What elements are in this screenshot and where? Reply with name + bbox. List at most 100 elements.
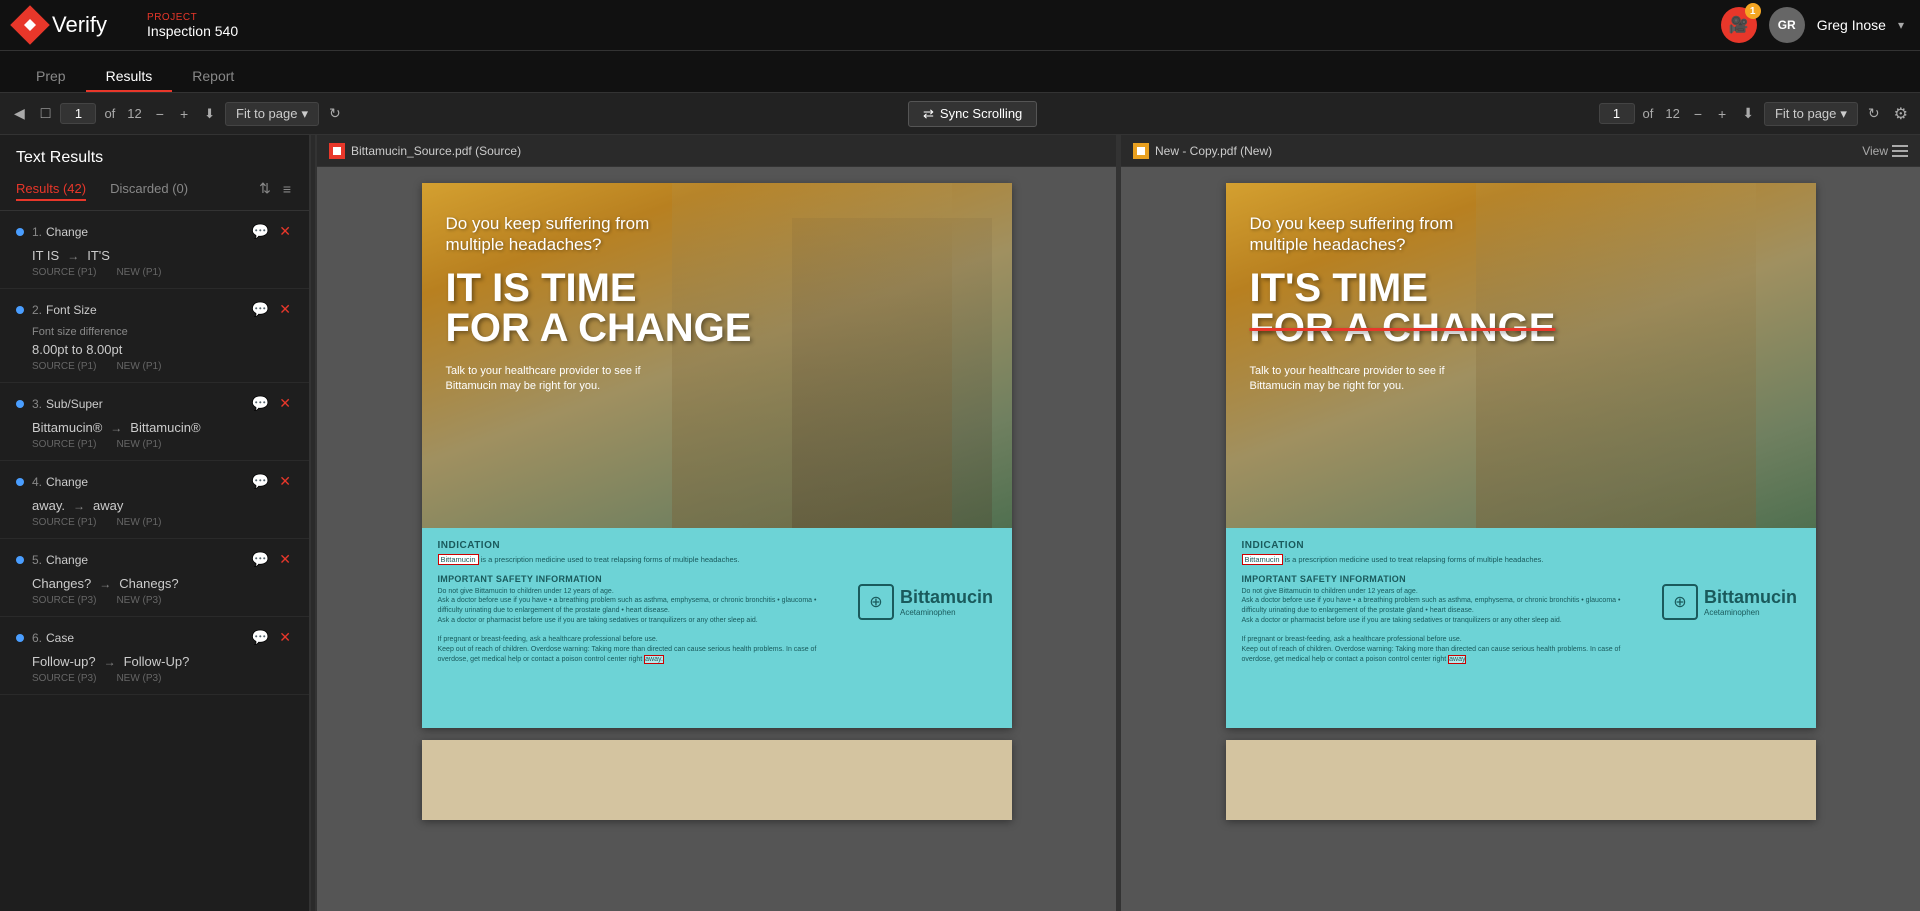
- result-6-new-text: Follow-Up?: [124, 654, 190, 669]
- result-item-2[interactable]: 2. Font Size 💬 ✕ Font size difference 8.…: [0, 289, 309, 383]
- notification-icon[interactable]: 🎥 1: [1721, 7, 1757, 43]
- source-hero-text: Do you keep suffering from multiple head…: [446, 213, 752, 394]
- sidebar-title: Text Results: [16, 149, 293, 167]
- new-indication-title: INDICATION: [1242, 540, 1648, 551]
- result-3-dot: [16, 400, 24, 408]
- result-1-dismiss-btn[interactable]: ✕: [277, 221, 293, 242]
- result-4-comment-btn[interactable]: 💬: [250, 471, 271, 492]
- source-doc-viewer: Bittamucin_Source.pdf (Source) Do you: [316, 135, 1116, 911]
- new-doc-content[interactable]: Do you keep suffering from multiple head…: [1121, 167, 1920, 911]
- result-5-dismiss-btn[interactable]: ✕: [277, 549, 293, 570]
- page-thumbnail-btn[interactable]: □: [35, 101, 57, 127]
- result-2-comment-btn[interactable]: 💬: [250, 299, 271, 320]
- left-zoom-in-btn[interactable]: +: [174, 102, 194, 126]
- new-safety-text: Do not give Bittamucin to children under…: [1242, 587, 1648, 665]
- sidebar-header: Text Results Results (42) Discarded (0) …: [0, 135, 309, 211]
- result-2-content: 8.00pt to 8.00pt: [16, 342, 293, 357]
- tab-results[interactable]: Results: [86, 68, 173, 92]
- left-page-of: of: [100, 106, 119, 121]
- result-4-new-text: away: [93, 498, 123, 513]
- result-5-content: Changes? → Chanegs?: [16, 576, 293, 591]
- result-3-source-meta: SOURCE (P1): [32, 439, 96, 450]
- result-5-source-text: Changes?: [32, 576, 91, 591]
- left-fit-btn[interactable]: Fit to page ▾: [225, 102, 319, 126]
- result-1-content: IT IS → IT'S: [16, 248, 293, 263]
- tab-prep[interactable]: Prep: [16, 68, 86, 92]
- left-refresh-btn[interactable]: ↻: [323, 101, 347, 126]
- source-doc-filename: Bittamucin_Source.pdf (Source): [351, 144, 521, 158]
- left-fit-chevron-icon: ▾: [301, 106, 308, 122]
- result-1-meta: SOURCE (P1) NEW (P1): [16, 267, 293, 278]
- result-item-4[interactable]: 4. Change 💬 ✕ away. → away SOURCE (P1) N…: [0, 461, 309, 539]
- sidebar-sort-filter: ⇅ ≡: [257, 178, 293, 199]
- result-4-dismiss-btn[interactable]: ✕: [277, 471, 293, 492]
- result-item-1[interactable]: 1. Change 💬 ✕ IT IS → IT'S SOURCE (P1) N…: [0, 211, 309, 289]
- result-1-comment-btn[interactable]: 💬: [250, 221, 271, 242]
- result-3-dismiss-btn[interactable]: ✕: [277, 393, 293, 414]
- result-item-6[interactable]: 6. Case 💬 ✕ Follow-up? → Follow-Up? SOUR…: [0, 617, 309, 695]
- gear-btn[interactable]: ⚙: [1890, 100, 1912, 128]
- new-page-hero: Do you keep suffering from multiple head…: [1226, 183, 1816, 528]
- result-1-new-text: IT'S: [87, 248, 110, 263]
- source-hero-subtitle: Do you keep suffering from multiple head…: [446, 213, 666, 256]
- toolbar: ◀ □ of 12 − + ⬇ Fit to page ▾ ↻ ⇄ Sync S…: [0, 93, 1920, 135]
- user-chevron-icon[interactable]: ▾: [1898, 18, 1904, 32]
- result-6-source-meta: SOURCE (P3): [32, 673, 96, 684]
- left-zoom-out-btn[interactable]: −: [150, 102, 170, 126]
- right-refresh-btn[interactable]: ↻: [1862, 101, 1886, 126]
- result-5-type: Change: [46, 553, 88, 567]
- sync-scroll-btn[interactable]: ⇄ Sync Scrolling: [908, 101, 1037, 127]
- view-btn[interactable]: View: [1862, 144, 1908, 158]
- right-zoom-in-btn[interactable]: +: [1712, 102, 1732, 126]
- result-item-5[interactable]: 5. Change 💬 ✕ Changes? → Chanegs? SOURCE…: [0, 539, 309, 617]
- sidebar-tab-discarded[interactable]: Discarded (0): [110, 177, 188, 200]
- result-1-arrow: →: [67, 249, 79, 263]
- new-doc-badge: [1133, 143, 1149, 159]
- source-hero-title: IT IS TIME FOR A CHANGE: [446, 268, 752, 348]
- user-avatar[interactable]: GR: [1769, 7, 1805, 43]
- result-2-sub-label: Font size difference: [16, 326, 293, 338]
- result-4-type: Change: [46, 475, 88, 489]
- filter-btn[interactable]: ≡: [281, 178, 293, 199]
- right-fit-btn[interactable]: Fit to page ▾: [1764, 102, 1858, 126]
- left-page-total: 12: [123, 106, 145, 121]
- prev-page-btn[interactable]: ◀: [8, 101, 31, 126]
- result-1-header: 1. Change 💬 ✕: [16, 221, 293, 242]
- right-page-total: 12: [1661, 106, 1683, 121]
- result-3-new-text: Bittamucin®: [130, 420, 200, 435]
- sidebar-tab-results[interactable]: Results (42): [16, 177, 86, 200]
- right-zoom-out-btn[interactable]: −: [1688, 102, 1708, 126]
- result-2-header: 2. Font Size 💬 ✕: [16, 299, 293, 320]
- sync-icon: ⇄: [923, 106, 934, 122]
- result-3-source-text: Bittamucin®: [32, 420, 102, 435]
- new-doc-filename: New - Copy.pdf (New): [1155, 144, 1272, 158]
- new-hero-tagline: Talk to your healthcare provider to see …: [1250, 364, 1460, 395]
- result-5-new-meta: NEW (P3): [116, 595, 161, 606]
- right-fit-label: Fit to page: [1775, 106, 1836, 121]
- result-1-new-meta: NEW (P1): [116, 267, 161, 278]
- right-download-btn[interactable]: ⬇: [1736, 101, 1760, 126]
- result-6-content: Follow-up? → Follow-Up?: [16, 654, 293, 669]
- result-3-type: Sub/Super: [46, 397, 103, 411]
- result-6-comment-btn[interactable]: 💬: [250, 627, 271, 648]
- source-doc-content[interactable]: Do you keep suffering from multiple head…: [317, 167, 1116, 911]
- right-page-input[interactable]: [1599, 103, 1635, 124]
- source-doc-page-1: Do you keep suffering from multiple head…: [422, 183, 1012, 728]
- result-2-dismiss-btn[interactable]: ✕: [277, 299, 293, 320]
- result-3-comment-btn[interactable]: 💬: [250, 393, 271, 414]
- source-safety-text: Do not give Bittamucin to children under…: [438, 587, 844, 665]
- result-item-3[interactable]: 3. Sub/Super 💬 ✕ Bittamucin® → Bittamuci…: [0, 383, 309, 461]
- new-hero-title: IT'S TIME FOR A CHANGE: [1250, 268, 1556, 348]
- app-logo: Verify: [16, 11, 107, 39]
- new-hero-text: Do you keep suffering from multiple head…: [1250, 213, 1556, 394]
- left-page-input[interactable]: [60, 103, 96, 124]
- result-6-dismiss-btn[interactable]: ✕: [277, 627, 293, 648]
- new-doc-page-2: [1226, 740, 1816, 820]
- result-1-type: Change: [46, 225, 88, 239]
- result-2-new-meta: NEW (P1): [116, 361, 161, 372]
- result-5-comment-btn[interactable]: 💬: [250, 549, 271, 570]
- left-download-btn[interactable]: ⬇: [198, 102, 221, 126]
- sort-btn[interactable]: ⇅: [257, 178, 273, 199]
- tab-report[interactable]: Report: [172, 68, 254, 92]
- new-doc-viewer: New - Copy.pdf (New) View Do you keep su…: [1120, 135, 1920, 911]
